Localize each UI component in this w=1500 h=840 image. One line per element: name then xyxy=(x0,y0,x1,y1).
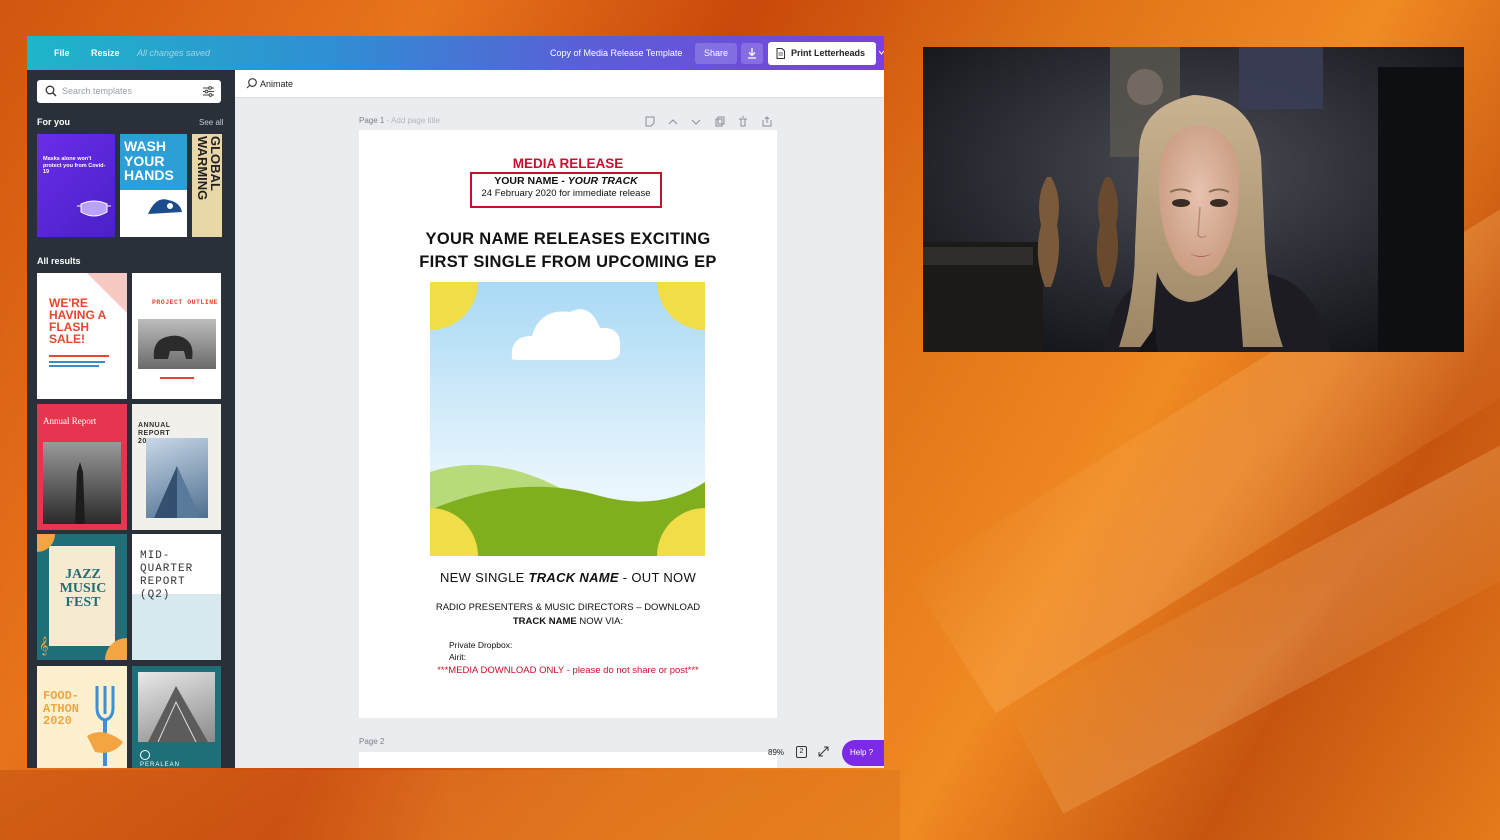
template-title: Annual Report xyxy=(43,416,97,426)
webcam-video-feed xyxy=(923,47,1464,352)
page-2[interactable] xyxy=(359,752,777,768)
move-down-icon xyxy=(691,119,701,125)
editor-canvas-area: Animate Page 1 - Add page title MEDIA RE… xyxy=(235,70,884,768)
template-title: WASH YOUR HANDS xyxy=(124,138,174,183)
see-all-link[interactable]: See all xyxy=(199,118,223,127)
annual-report-red-template[interactable]: Annual Report xyxy=(37,404,127,530)
tower-photo xyxy=(75,462,85,524)
background-shadow xyxy=(0,770,900,840)
single-suffix: - OUT NOW xyxy=(618,570,697,585)
hands-icon xyxy=(148,199,182,214)
track-name: YOUR TRACK xyxy=(567,175,638,187)
template-title: Masks alone won't protect you from Covid… xyxy=(43,156,106,175)
download-via-line[interactable]: TRACK NAME NOW VIA: xyxy=(359,616,777,627)
duplicate-icon xyxy=(715,118,723,127)
save-status: All changes saved xyxy=(137,48,211,58)
fork-illustration xyxy=(87,686,123,766)
resize-menu[interactable]: Resize xyxy=(91,36,120,70)
top-menu-bar: File Resize All changes saved Copy of Me… xyxy=(27,36,884,70)
animate-icon xyxy=(246,78,257,89)
elephant-photo xyxy=(153,335,193,359)
radio-presenters-line[interactable]: RADIO PRESENTERS & MUSIC DIRECTORS – DOW… xyxy=(359,602,777,613)
airit-line[interactable]: Airit: xyxy=(449,652,466,662)
animate-button[interactable]: Animate xyxy=(260,79,293,89)
page-1-label: Page 1 xyxy=(359,116,385,125)
jazz-music-fest-template[interactable]: JAZZ MUSIC FEST 𝄞 xyxy=(37,534,127,660)
document-title[interactable]: Copy of Media Release Template xyxy=(550,36,682,70)
radio-track-name: TRACK NAME xyxy=(512,616,577,627)
file-menu[interactable]: File xyxy=(54,36,70,70)
treble-clef-icon: 𝄞 xyxy=(39,638,49,655)
template-title: WE'RE HAVING A FLASH SALE! xyxy=(49,296,106,346)
building-photo xyxy=(154,466,200,518)
help-button[interactable]: Help ? xyxy=(842,740,884,766)
single-artwork-illustration[interactable] xyxy=(430,282,705,556)
zoom-level[interactable]: 89% xyxy=(768,748,784,757)
release-headline[interactable]: YOUR NAME RELEASES EXCITING FIRST SINGLE… xyxy=(379,228,757,274)
canva-editor-window: File Resize All changes saved Copy of Me… xyxy=(27,36,884,768)
radio-suffix: NOW VIA: xyxy=(576,616,624,627)
artist-track-line[interactable]: YOUR NAME - YOUR TRACK xyxy=(470,175,662,187)
print-letterheads-button[interactable]: Print Letterheads xyxy=(768,42,876,65)
search-icon xyxy=(45,85,57,97)
annual-report-2020-template[interactable]: ANNUAL REPORT 2020 xyxy=(132,404,221,530)
search-placeholder: Search templates xyxy=(62,86,133,96)
presenter-video-frame xyxy=(923,47,1464,352)
global-warming-template[interactable]: GLOBAL WARMING xyxy=(192,134,222,237)
print-document-icon xyxy=(776,48,785,59)
background-light-streak xyxy=(1006,426,1500,814)
download-icon xyxy=(748,48,756,59)
page-tools xyxy=(645,116,772,127)
move-up-icon xyxy=(668,119,678,125)
flash-sale-template[interactable]: WE'RE HAVING A FLASH SALE! xyxy=(37,273,127,399)
template-title: PROJECT OUTLINE xyxy=(152,299,219,306)
media-download-warning[interactable]: ***MEDIA DOWNLOAD ONLY - please do not s… xyxy=(359,665,777,676)
add-page-icon xyxy=(762,116,772,127)
media-release-heading[interactable]: MEDIA RELEASE xyxy=(359,156,777,171)
page-count-button[interactable]: 2 xyxy=(796,746,807,758)
template-title: GLOBAL WARMING xyxy=(195,136,222,201)
filter-sliders-icon[interactable] xyxy=(203,86,214,97)
template-title: MID-QUARTER REPORT (Q2) xyxy=(140,550,194,601)
artist-name: YOUR NAME - xyxy=(494,175,568,187)
download-button[interactable] xyxy=(741,43,763,64)
page-1[interactable]: MEDIA RELEASE YOUR NAME - YOUR TRACK 24 … xyxy=(359,130,777,718)
release-date-line[interactable]: 24 February 2020 for immediate release xyxy=(470,188,662,199)
fullscreen-icon[interactable] xyxy=(818,746,829,757)
new-single-line[interactable]: NEW SINGLE TRACK NAME - OUT NOW xyxy=(359,570,777,585)
headline-line-2: FIRST SINGLE FROM UPCOMING EP xyxy=(419,253,717,271)
covid-masks-template[interactable]: Masks alone won't protect you from Covid… xyxy=(37,134,115,237)
search-templates-input[interactable]: Search templates xyxy=(37,80,221,103)
share-button[interactable]: Share xyxy=(695,43,737,64)
chevron-down-icon[interactable] xyxy=(879,49,884,57)
private-dropbox-line[interactable]: Private Dropbox: xyxy=(449,640,512,650)
for-you-heading: For you xyxy=(37,117,70,127)
peralean-template[interactable]: PERALEAN xyxy=(132,666,221,768)
template-title: FOOD-ATHON 2020 xyxy=(43,689,80,728)
note-icon xyxy=(645,116,655,127)
page-2-label: Page 2 xyxy=(359,737,385,746)
add-page-title-field[interactable]: - Add page title xyxy=(384,116,440,125)
page-1-header: Page 1 - Add page title xyxy=(359,116,440,125)
template-title: JAZZ MUSIC FEST xyxy=(59,567,107,610)
templates-panel: Search templates For you See all Masks a… xyxy=(27,70,245,768)
architecture-photo xyxy=(148,686,208,742)
headline-line-1: YOUR NAME RELEASES EXCITING xyxy=(425,230,711,248)
all-results-heading: All results xyxy=(37,256,81,266)
delete-icon xyxy=(739,116,747,127)
wash-hands-template[interactable]: WASH YOUR HANDS xyxy=(120,134,187,237)
single-prefix: NEW SINGLE xyxy=(439,570,529,585)
project-outline-template[interactable]: PROJECT OUTLINE xyxy=(132,273,221,399)
mid-quarter-report-template[interactable]: MID-QUARTER REPORT (Q2) xyxy=(132,534,221,660)
print-letterheads-label: Print Letterheads xyxy=(791,48,866,58)
animate-toolbar: Animate xyxy=(235,70,884,98)
template-title: PERALEAN xyxy=(140,762,181,768)
single-track-name: TRACK NAME xyxy=(528,570,619,585)
face-mask-icon xyxy=(77,200,111,217)
food-athon-template[interactable]: FOOD-ATHON 2020 xyxy=(37,666,127,768)
